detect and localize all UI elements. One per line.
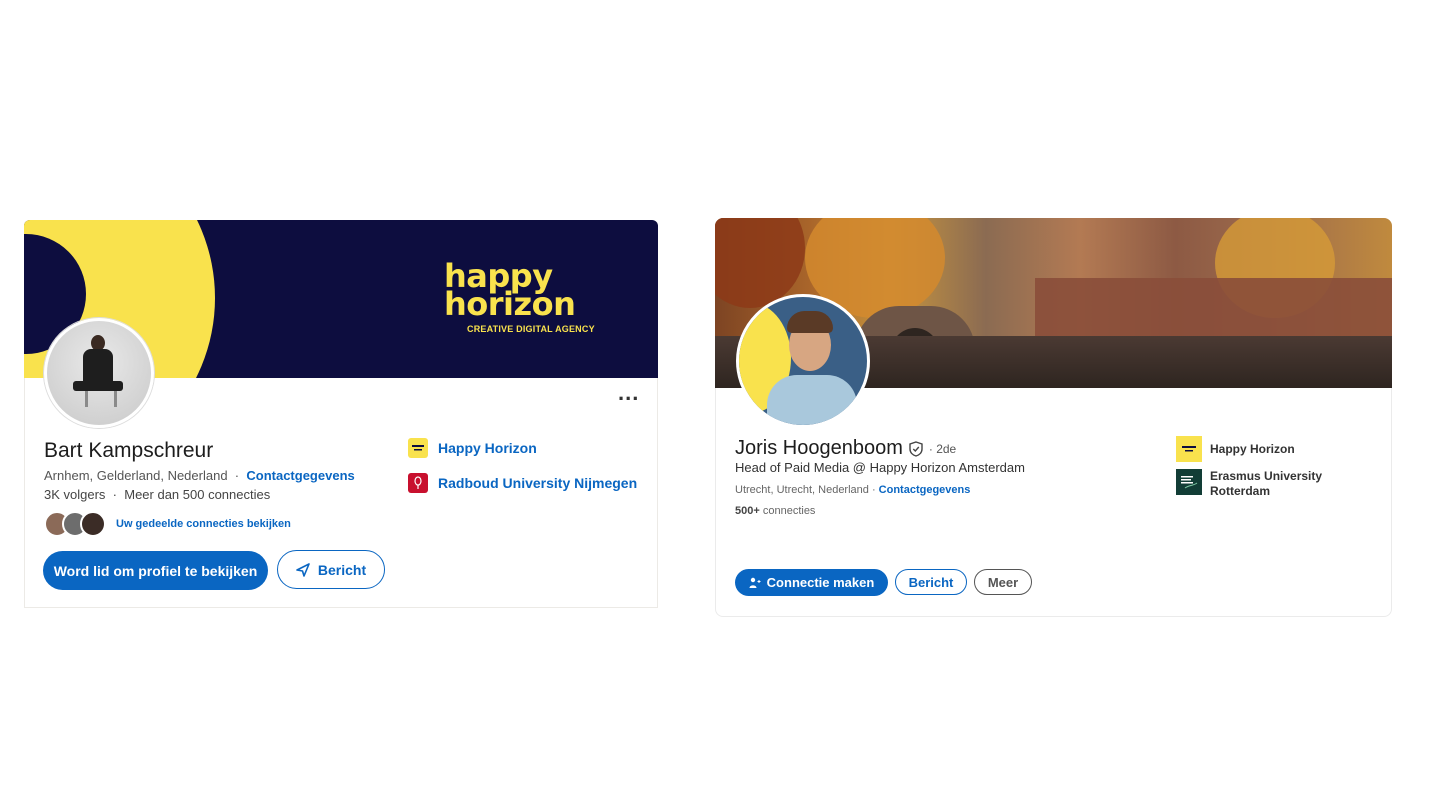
- photo-body: [83, 349, 113, 385]
- connections-label: connecties: [762, 505, 816, 517]
- avatar-hair: [787, 311, 833, 333]
- erasmus-logo-icon: [1176, 469, 1202, 495]
- avatar[interactable]: [44, 318, 154, 428]
- profile-name: Bart Kampschreur: [44, 439, 214, 462]
- profile-name-row: Joris Hoogenboom · 2de: [735, 437, 956, 460]
- org-name: Erasmus University Rotterdam: [1210, 469, 1322, 499]
- connection-degree: · 2de: [928, 441, 957, 456]
- contact-info-link[interactable]: Contactgegevens: [879, 484, 971, 496]
- org-erasmus-university[interactable]: Erasmus University Rotterdam: [1176, 469, 1322, 499]
- message-button[interactable]: Bericht: [277, 550, 385, 589]
- connection-avatar: [80, 511, 106, 537]
- happy-horizon-logo: happy horizon: [444, 257, 576, 323]
- more-options-icon[interactable]: ...: [618, 382, 639, 404]
- join-to-view-button[interactable]: Word lid om profiel te bekijken: [43, 551, 268, 590]
- stats-line: 3K volgers · Meer dan 500 connecties: [44, 487, 270, 502]
- happy-horizon-logo-icon: [1176, 436, 1202, 462]
- add-person-icon: [749, 577, 761, 588]
- message-button-label: Bericht: [317, 561, 367, 578]
- org-name-line2: Rotterdam: [1210, 484, 1271, 498]
- org-happy-horizon[interactable]: Happy Horizon: [1176, 436, 1295, 462]
- verified-shield-icon: [909, 440, 923, 457]
- avatar-shirt: [767, 375, 857, 425]
- location-text: Arnhem, Gelderland, Nederland: [44, 468, 228, 483]
- followers-count: 3K volgers: [44, 487, 106, 502]
- org-name: Happy Horizon: [1210, 442, 1295, 456]
- separator: ·: [234, 468, 240, 483]
- connect-button[interactable]: Connectie maken: [735, 569, 888, 596]
- happy-horizon-logo-icon: [408, 438, 428, 458]
- profile-headline: Head of Paid Media @ Happy Horizon Amste…: [735, 460, 1025, 475]
- org-happy-horizon[interactable]: Happy Horizon: [408, 438, 537, 458]
- profile-card-right: Joris Hoogenboom · 2de Head of Paid Medi…: [715, 218, 1392, 617]
- connections-line[interactable]: 500+ connecties: [735, 505, 815, 517]
- avatar[interactable]: [736, 294, 870, 428]
- photo-stool: [85, 391, 117, 407]
- contact-info-link[interactable]: Contactgegevens: [246, 468, 354, 483]
- radboud-logo-icon: [408, 473, 428, 493]
- profile-card-left: happy horizon CREATIVE DIGITAL AGENCY ..…: [24, 220, 658, 608]
- banner-tagline: CREATIVE DIGITAL AGENCY: [467, 324, 595, 334]
- org-radboud-university[interactable]: Radboud University Nijmegen: [408, 473, 637, 493]
- message-button[interactable]: Bericht: [895, 569, 967, 595]
- send-icon: [296, 562, 310, 577]
- org-name: Radboud University Nijmegen: [438, 475, 638, 491]
- profile-name: Joris Hoogenboom: [735, 437, 903, 459]
- org-name: Happy Horizon: [438, 440, 537, 456]
- shared-connections[interactable]: Uw gedeelde connecties bekijken: [44, 511, 291, 537]
- location-line: Arnhem, Gelderland, Nederland · Contactg…: [44, 468, 355, 483]
- connections-count: Meer dan 500 connecties: [124, 487, 271, 502]
- more-button[interactable]: Meer: [974, 569, 1032, 595]
- separator: ·: [112, 487, 117, 502]
- photo-legs: [73, 381, 123, 391]
- location-text: Utrecht, Utrecht, Nederland: [735, 484, 869, 496]
- location-line: Utrecht, Utrecht, Nederland · Contactgeg…: [735, 484, 971, 496]
- connections-count: 500+: [735, 505, 760, 517]
- org-name-line1: Erasmus University: [1210, 469, 1323, 483]
- connect-button-label: Connectie maken: [766, 575, 875, 590]
- shared-connections-link[interactable]: Uw gedeelde connecties bekijken: [116, 518, 291, 530]
